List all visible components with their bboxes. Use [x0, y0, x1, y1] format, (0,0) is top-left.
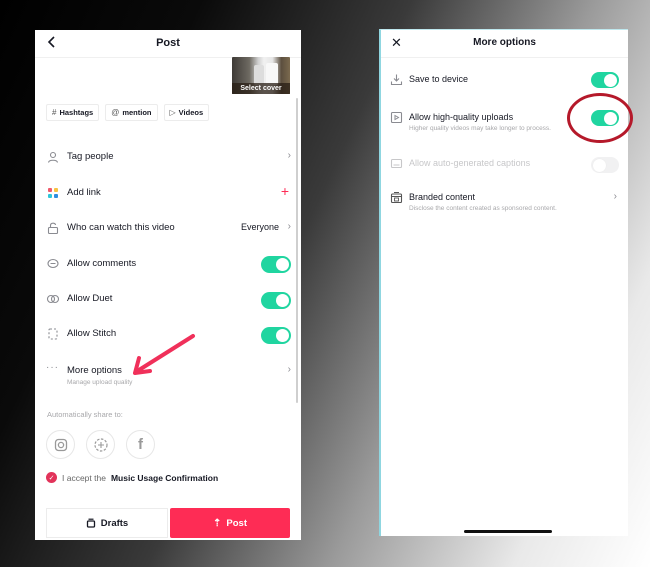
music-usage-consent[interactable]: ✓ I accept the Music Usage Confirmation — [46, 472, 218, 483]
duet-icon — [46, 294, 60, 304]
page-title: Post — [156, 37, 180, 49]
privacy-value: Everyone — [240, 222, 279, 232]
chip-label: mention — [122, 108, 152, 117]
captions-icon — [390, 158, 403, 169]
post-header: Post — [35, 30, 301, 58]
at-icon: @ — [111, 108, 120, 117]
checkmark-icon[interactable]: ✓ — [46, 472, 57, 483]
auto-captions-label: Allow auto-generated captions — [409, 158, 531, 168]
who-can-watch-label: Who can watch this video — [67, 222, 175, 233]
facebook-icon[interactable]: f — [126, 430, 155, 459]
highlight-circle-annotation — [567, 93, 633, 143]
more-options-subtitle: Manage upload quality — [67, 379, 133, 386]
cover-thumbnail-jar — [266, 63, 278, 85]
allow-stitch-toggle[interactable] — [261, 327, 291, 344]
cover-thumbnail-jar — [254, 65, 264, 85]
download-icon — [390, 74, 403, 86]
tag-people-row[interactable]: Tag people › — [35, 147, 301, 169]
post-button[interactable]: ⇡ Post — [170, 508, 290, 538]
chevron-right-icon: › — [287, 221, 291, 232]
upload-sparkle-icon: ⇡ — [213, 517, 222, 529]
hq-uploads-label: Allow high-quality uploads — [409, 112, 514, 122]
chevron-right-icon: › — [613, 191, 617, 202]
stitch-icon — [48, 328, 58, 340]
branded-content-subtitle: Disclose the content created as sponsore… — [409, 205, 557, 212]
chevron-right-icon: › — [287, 364, 291, 375]
allow-duet-toggle[interactable] — [261, 292, 291, 309]
person-icon — [47, 151, 59, 163]
allow-comments-row: Allow comments — [35, 254, 301, 276]
chevron-right-icon: › — [287, 150, 291, 161]
play-icon: ▷ — [169, 108, 176, 117]
tag-people-label: Tag people — [67, 151, 114, 162]
branded-content-label: Branded content — [409, 192, 476, 202]
comment-icon — [47, 258, 59, 269]
save-to-device-label: Save to device — [409, 74, 469, 84]
plus-icon[interactable]: + — [281, 183, 289, 199]
save-to-device-toggle[interactable] — [591, 72, 619, 88]
lock-open-icon — [47, 222, 59, 235]
post-label: Post — [226, 517, 247, 529]
more-options-label: More options — [67, 365, 122, 376]
scrollbar[interactable] — [296, 98, 298, 403]
save-to-device-row: Save to device — [381, 70, 628, 92]
auto-captions-row: Allow auto-generated captions — [381, 154, 628, 176]
branded-content-row[interactable]: Branded content Disclose the content cre… — [381, 188, 628, 218]
allow-duet-label: Allow Duet — [67, 293, 113, 304]
allow-comments-label: Allow comments — [67, 258, 137, 269]
privacy-row[interactable]: Who can watch this video Everyone › — [35, 218, 301, 240]
caption-chips: # Hashtags @ mention ▷ Videos — [46, 104, 210, 121]
add-link-label: Add link — [67, 187, 101, 198]
auto-captions-toggle[interactable] — [591, 157, 619, 173]
hashtag-icon: # — [52, 108, 57, 117]
select-cover-label: Select cover — [232, 83, 290, 94]
chip-label: Hashtags — [59, 108, 94, 117]
drafts-button[interactable]: Drafts — [46, 508, 168, 538]
annotation-arrow-icon — [133, 334, 195, 375]
allow-stitch-label: Allow Stitch — [67, 328, 117, 339]
home-indicator[interactable] — [464, 530, 552, 533]
chip-label: Videos — [178, 108, 204, 117]
videos-chip[interactable]: ▷ Videos — [163, 104, 210, 121]
allow-comments-toggle[interactable] — [261, 256, 291, 273]
drafts-label: Drafts — [100, 517, 129, 529]
music-usage-link[interactable]: Music Usage Confirmation — [111, 473, 218, 483]
share-to-label: Automatically share to: — [47, 410, 123, 419]
post-screen: Post Select cover # Hashtags @ mention ▷ Vi… — [35, 30, 301, 540]
hq-uploads-subtitle: Higher quality videos may take longer to… — [409, 125, 551, 132]
mention-chip[interactable]: @ mention — [105, 104, 158, 121]
add-story-icon[interactable] — [86, 430, 115, 459]
more-options-header: ✕ More options — [381, 30, 628, 58]
instagram-icon[interactable] — [46, 430, 75, 459]
select-cover-button[interactable]: Select cover — [232, 57, 290, 94]
drafts-icon — [86, 518, 95, 528]
accept-prefix: I accept the — [62, 472, 106, 483]
more-dots-icon: ··· — [46, 362, 59, 373]
branded-content-icon — [390, 192, 403, 204]
share-icons: f — [46, 430, 155, 459]
allow-duet-row: Allow Duet — [35, 289, 301, 311]
hashtags-chip[interactable]: # Hashtags — [46, 104, 100, 121]
add-link-row[interactable]: Add link + — [35, 183, 301, 205]
page-title: More options — [473, 37, 536, 48]
hd-video-icon — [390, 111, 403, 124]
link-apps-icon — [48, 188, 58, 198]
